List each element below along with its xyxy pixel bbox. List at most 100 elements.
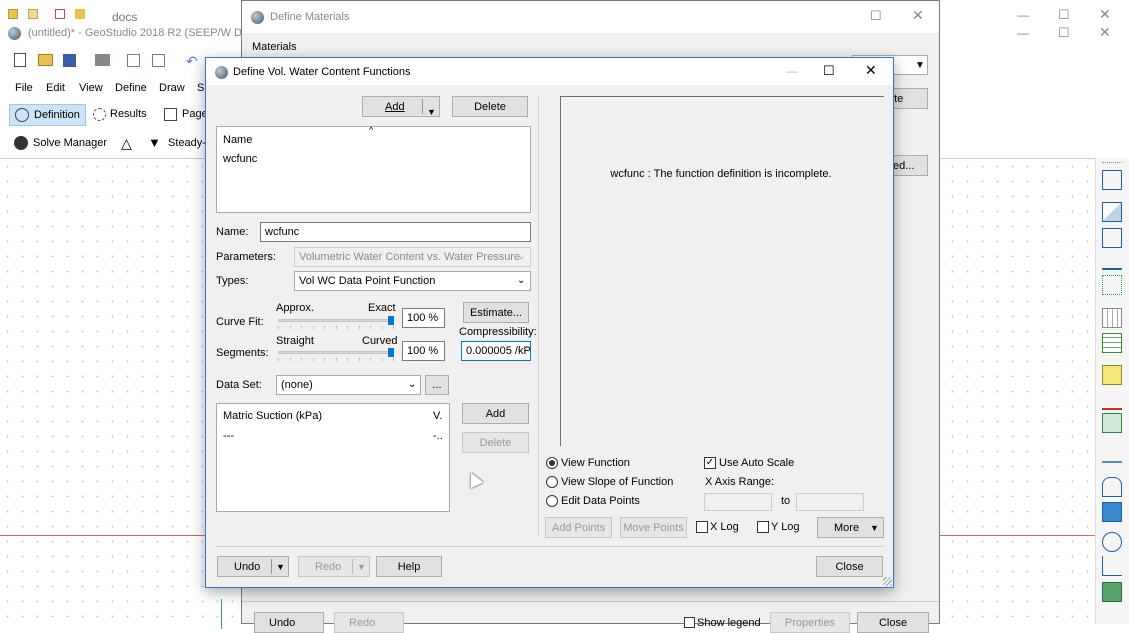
curve-fit-percent[interactable]: 100 % [402,308,445,328]
help-button[interactable]: Help [376,556,442,577]
use-auto-scale-checkbox[interactable]: ✓ Use Auto Scale [704,457,814,471]
redo-split-divider [352,559,353,574]
estimate-button[interactable]: Estimate... [463,302,529,323]
slider-tick [324,358,325,361]
slider-tick [347,326,348,329]
mouse-cursor-icon [464,469,484,489]
slider-tick [358,326,360,329]
draw-points-icon[interactable] [1102,228,1122,248]
text-label-icon[interactable] [1102,532,1122,552]
minimize-icon[interactable]: — [786,64,798,78]
radio-edit-data-points[interactable]: Edit Data Points [546,495,696,509]
data-point-table[interactable]: Matric Suction (kPa) V. --- -.. [216,403,450,512]
dataset-ellipsis-button[interactable]: ... [425,375,449,395]
menu-draw[interactable]: Draw [159,82,185,94]
pencil-icon [15,108,29,122]
grid-icon[interactable] [1102,333,1122,353]
resize-grip-icon[interactable] [883,577,892,586]
show-legend-label: Show legend [697,617,761,629]
filter-icon[interactable]: ▼ [148,135,161,150]
function-graph[interactable]: wcfunc : The function definition is inco… [560,96,884,446]
compressibility-field[interactable]: 0.000005 /kPa [461,341,531,361]
list-item[interactable]: wcfunc [223,153,257,165]
menu-edit[interactable]: Edit [46,82,65,94]
open-folder-icon[interactable] [38,54,53,66]
dataset-dropdown[interactable]: (none) ⌄ [276,375,421,395]
menu-define[interactable]: Define [115,82,147,94]
tab-results[interactable]: Results [90,104,152,126]
print-icon[interactable] [95,54,110,66]
table-header-vwc[interactable]: V. [433,410,442,422]
close-icon[interactable]: ✕ [1099,24,1111,41]
undo-arrow-icon[interactable]: ↶ [186,53,198,70]
menu-view[interactable]: View [79,82,103,94]
table-header-matric-suction[interactable]: Matric Suction (kPa) [223,410,322,422]
tab-definition[interactable]: Definition [9,104,86,126]
menu-file[interactable]: File [15,82,33,94]
image-icon[interactable] [1102,502,1122,522]
table-delete-button: Delete [462,432,529,453]
copy-icon[interactable] [127,54,140,67]
maximize-icon[interactable]: ☐ [1058,25,1070,41]
new-file-icon[interactable] [14,53,26,67]
close-icon[interactable]: ✕ [865,62,877,79]
materials-undo-button[interactable]: Undo [254,612,324,633]
draw-regions-icon[interactable] [1102,202,1122,222]
table-row-vwc[interactable]: -.. [433,430,443,442]
menu-bar: File Edit View Define Draw Sk [0,79,240,99]
slider-tick [289,358,291,361]
flux-section-icon[interactable] [1102,390,1122,410]
chevron-down-icon[interactable]: ▼ [276,562,285,572]
name-field[interactable]: wcfunc [260,222,531,242]
minimize-icon[interactable]: — [1017,26,1029,40]
app-icon [8,27,21,40]
close-icon[interactable]: ✕ [912,7,924,24]
x-axis-range-label: X Axis Range: [705,476,775,488]
close-button[interactable]: Close [816,556,883,577]
types-dropdown[interactable]: Vol WC Data Point Function ⌄ [294,271,531,291]
x-log-checkbox[interactable]: X Log [696,521,746,535]
graph-icon[interactable] [1102,556,1122,576]
boundary-conditions-icon[interactable] [1102,275,1122,295]
maximize-icon[interactable]: ☐ [1058,7,1070,23]
more-button[interactable]: More ▼ [817,517,884,538]
maximize-icon[interactable]: ☐ [823,63,835,79]
table-row-suction[interactable]: --- [223,430,234,442]
add-function-button[interactable]: Add ▼ [362,96,440,117]
tab-page-label: Page [182,108,208,120]
minimize-icon[interactable]: — [1017,8,1029,22]
slider-thumb[interactable] [388,348,394,357]
mesh-icon[interactable] [1102,308,1122,328]
show-legend-checkbox[interactable] [684,617,695,628]
types-value: Vol WC Data Point Function [299,275,436,287]
radio-view-slope[interactable]: View Slope of Function [546,476,696,490]
water-table-icon[interactable] [1102,443,1122,463]
chevron-down-icon[interactable]: ▼ [427,102,436,122]
maximize-icon[interactable]: ☐ [870,8,882,24]
slider-thumb[interactable] [388,316,394,325]
checkbox-box [696,521,708,533]
radio-view-function[interactable]: View Function [546,457,696,471]
solve-manager-button[interactable]: Solve Manager [33,137,107,149]
sketch-axes-icon[interactable] [1102,170,1122,190]
undo-button[interactable]: Undo ▼ [217,556,289,577]
paste-icon[interactable] [152,54,165,67]
table-add-button[interactable]: Add [462,403,529,424]
materials-close-button[interactable]: Close [857,612,929,633]
y-log-checkbox[interactable]: Y Log [757,521,807,535]
geometry-icon[interactable]: △ [121,135,132,152]
contour-icon[interactable] [1102,413,1122,433]
segments-percent[interactable]: 100 % [402,341,445,361]
function-list[interactable]: ^ Name wcfunc [216,125,531,213]
flow-path-icon[interactable] [1102,477,1122,497]
draw-lines-icon[interactable] [1102,250,1122,270]
list-header-name[interactable]: Name [223,134,252,146]
material-icon[interactable] [1102,365,1122,385]
picture-icon[interactable] [1102,582,1122,602]
chevron-down-icon: ▼ [357,562,366,572]
redo-button: Redo ▼ [298,556,370,577]
delete-function-button[interactable]: Delete [452,96,528,117]
close-icon[interactable]: ✕ [1099,6,1111,23]
tab-page[interactable]: Page [160,104,210,126]
save-icon[interactable] [63,54,76,67]
